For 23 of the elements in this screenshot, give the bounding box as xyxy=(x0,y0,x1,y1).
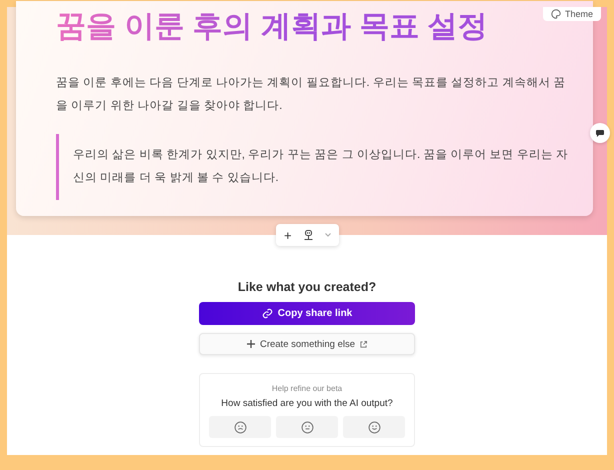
happy-face-icon xyxy=(368,420,380,434)
create-button[interactable]: Create something else xyxy=(199,333,415,355)
chevron-down-icon[interactable] xyxy=(324,233,331,237)
theme-button[interactable]: Theme xyxy=(542,7,601,21)
rating-button[interactable] xyxy=(276,416,338,438)
external-link-icon xyxy=(360,340,368,348)
copy-link-button[interactable]: Copy share link xyxy=(199,302,415,325)
quote-text: 우리의 삶은 비록 한계가 있지만, 우리가 꾸는 꿈은 그 이상입니다. 꿈을 이루어 보면 우리는 자신의 미래를 더 욱 밝게 볼 수 있습니다. xyxy=(73,148,570,186)
link-icon xyxy=(262,308,273,319)
robot-icon[interactable] xyxy=(304,230,313,240)
palette-icon xyxy=(550,9,561,19)
comment-button[interactable] xyxy=(590,123,610,143)
neutral-face-icon xyxy=(300,420,314,434)
plus-icon xyxy=(246,340,255,348)
sad-face-icon xyxy=(234,420,246,434)
feedback-caption: Help refine our beta xyxy=(272,384,342,393)
feedback-question: How satisfied are you with the AI output? xyxy=(221,398,393,409)
paragraph: 꿈을 이룬 후에는 다음 단계로 나아가는 계획이 필요합니다. 우리는 목표를 설정하고 계속해서 꿈을 이루기 위한 나아갈 길을 찾아야 합니다. xyxy=(56,76,567,114)
add-button[interactable]: + xyxy=(284,228,292,242)
share-heading: Like what you created? xyxy=(238,280,376,294)
speech-bubble-icon xyxy=(596,130,604,136)
rating-button[interactable] xyxy=(209,416,271,438)
rating-button[interactable] xyxy=(343,416,405,438)
